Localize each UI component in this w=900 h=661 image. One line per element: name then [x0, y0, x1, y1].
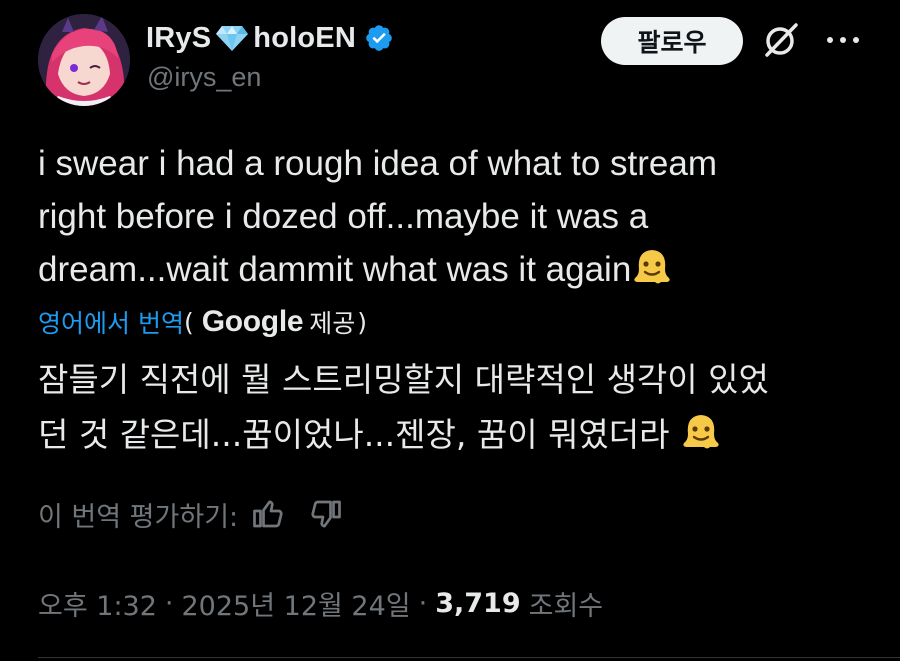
provided-by-label: 제공 [309, 309, 356, 338]
author-handle[interactable]: @irys_en [147, 62, 261, 93]
meta-separator: · [164, 587, 174, 619]
grok-icon[interactable] [761, 20, 801, 60]
tweet-meta: 오후 1:32 · 2025년 12월 24일 · 3,719 조회수 [38, 583, 603, 623]
tweet-time[interactable]: 오후 1:32 [38, 584, 157, 623]
tweet-line-3: dream...wait dammit what was it again [38, 243, 858, 296]
thumbs-down-icon[interactable] [308, 496, 344, 532]
translated-text: 잠들기 직전에 뭘 스트리밍할지 대략적인 생각이 있었 던 것 같은데...꿈… [38, 352, 878, 462]
tweet-date[interactable]: 2025년 12월 24일 [182, 584, 411, 623]
translated-from-link[interactable]: 영어에서 번역 [38, 304, 184, 340]
author-name[interactable]: IRyS holoEN [146, 18, 394, 58]
verified-badge-icon [364, 23, 394, 53]
tweet-text: i swear i had a rough idea of what to st… [38, 137, 858, 296]
tweet-line-1: i swear i had a rough idea of what to st… [38, 144, 717, 183]
author-name-part2: holoEN [253, 21, 356, 54]
author-name-part1: IRyS [146, 21, 212, 54]
views-label: 조회수 [528, 590, 604, 622]
google-logo: Google [201, 305, 304, 338]
gem-icon [215, 23, 249, 53]
melting-face-emoji-icon [680, 410, 722, 452]
rate-translation: 이 번역 평가하기: [38, 494, 344, 534]
translated-line-1: 잠들기 직전에 뭘 스트리밍할지 대략적인 생각이 있었 [38, 360, 769, 399]
avatar-portrait [38, 14, 130, 106]
more-dots-icon[interactable] [823, 28, 863, 52]
divider [38, 657, 900, 658]
translation-attribution: 영어에서 번역 ( Google 제공 ) [38, 302, 367, 342]
avatar[interactable] [38, 14, 130, 106]
tweet-line-3-text: dream...wait dammit what was it again [38, 250, 632, 289]
translated-line-2: 던 것 같은데...꿈이었나...젠장, 꿈이 뭐였더라 [38, 407, 878, 462]
rate-translation-label: 이 번역 평가하기: [38, 501, 239, 533]
views-count: 3,719 [435, 587, 521, 619]
meta-separator: · [418, 587, 428, 619]
thumbs-up-icon[interactable] [250, 496, 286, 532]
open-paren: ( [183, 307, 194, 337]
translated-line-2-text: 던 것 같은데...꿈이었나...젠장, 꿈이 뭐였더라 [38, 415, 680, 454]
follow-button[interactable]: 팔로우 [601, 17, 743, 65]
tweet-line-2: right before i dozed off...maybe it was … [38, 197, 649, 236]
melting-face-emoji-icon [631, 245, 673, 287]
close-paren: ) [357, 307, 368, 337]
